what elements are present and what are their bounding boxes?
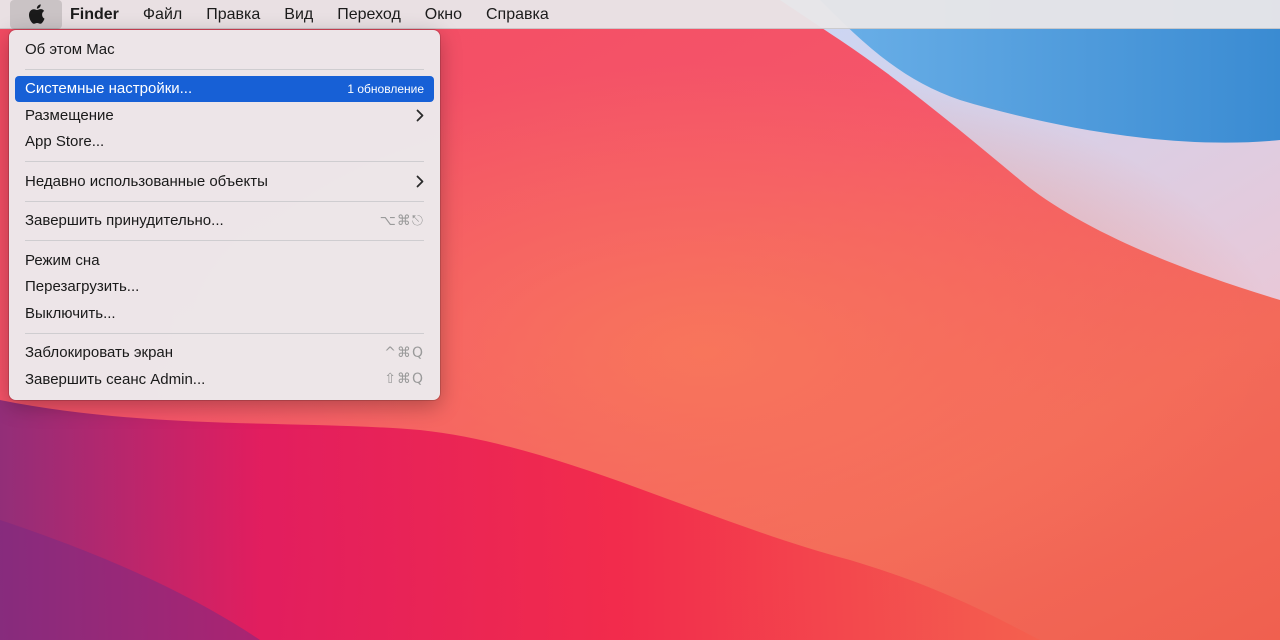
menu-item-label: Размещение [25, 106, 114, 124]
menu-item-label: Системные настройки... [25, 80, 193, 98]
menubar-go[interactable]: Переход [325, 0, 413, 29]
menu-item-log-out[interactable]: Завершить сеанс Admin... ⇧⌘Q [15, 366, 434, 393]
menu-item-system-preferences[interactable]: Системные настройки... 1 обновление [15, 75, 434, 102]
keyboard-shortcut: ⇧⌘Q [384, 371, 424, 388]
menu-item-label: Заблокировать экран [25, 344, 174, 362]
menu-item-label: Недавно использованные объекты [25, 172, 268, 190]
menu-separator [25, 332, 424, 334]
menubar-edit[interactable]: Правка [194, 0, 272, 29]
menu-separator [25, 161, 424, 162]
menu-separator [25, 200, 424, 202]
chevron-right-icon [416, 109, 424, 122]
menubar-finder[interactable]: Finder [62, 0, 131, 29]
apple-menu-button[interactable] [10, 0, 62, 29]
menu-item-lock-screen[interactable]: Заблокировать экран ^⌘Q [15, 340, 434, 367]
menu-item-sleep[interactable]: Режим сна [15, 247, 434, 274]
menu-item-shut-down[interactable]: Выключить... [15, 300, 434, 327]
menu-bar: Finder Файл Правка Вид Переход Окно Спра… [0, 0, 1280, 29]
menu-item-app-store[interactable]: App Store... [15, 129, 434, 156]
menu-separator [25, 68, 424, 70]
menu-item-label: Завершить сеанс Admin... [25, 370, 206, 388]
apple-logo-icon [28, 4, 44, 24]
menu-item-force-quit[interactable]: Завершить принудительно... ⌥⌘⎋ [15, 208, 434, 235]
update-badge: 1 обновление [347, 81, 424, 96]
menu-item-label: Режим сна [25, 251, 100, 269]
keyboard-shortcut: ^⌘Q [384, 344, 424, 361]
keyboard-shortcut: ⌥⌘⎋ [379, 212, 424, 229]
chevron-right-icon [416, 175, 424, 188]
menubar-view[interactable]: Вид [272, 0, 325, 29]
menubar-window[interactable]: Окно [413, 0, 474, 29]
menu-item-restart[interactable]: Перезагрузить... [15, 274, 434, 301]
apple-dropdown-menu: Об этом Mac Системные настройки... 1 обн… [9, 30, 440, 400]
menubar-file[interactable]: Файл [131, 0, 194, 29]
menu-item-label: Выключить... [25, 304, 116, 322]
menu-item-location[interactable]: Размещение [15, 102, 434, 129]
menu-item-label: Перезагрузить... [25, 278, 140, 296]
menu-item-label: App Store... [25, 133, 105, 151]
menu-item-label: Завершить принудительно... [25, 212, 224, 230]
menu-item-label: Об этом Mac [25, 40, 115, 58]
menu-item-recent-items[interactable]: Недавно использованные объекты [15, 168, 434, 195]
menu-separator [25, 240, 424, 241]
menubar-help[interactable]: Справка [474, 0, 561, 29]
menu-item-about[interactable]: Об этом Mac [15, 36, 434, 63]
desktop: Finder Файл Правка Вид Переход Окно Спра… [0, 0, 1280, 640]
